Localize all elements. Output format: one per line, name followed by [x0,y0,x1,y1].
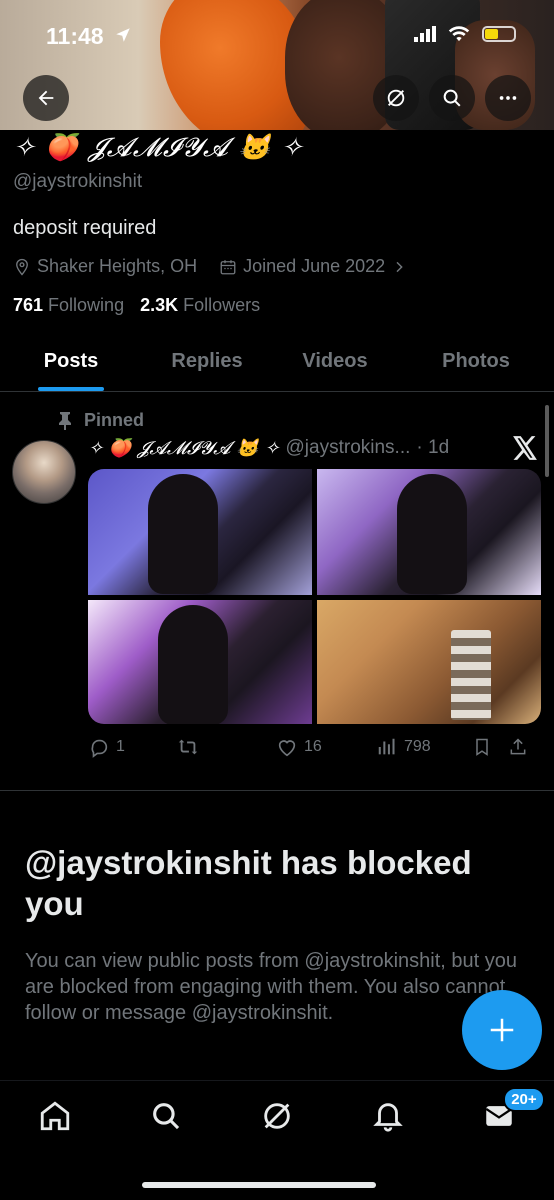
grok-icon [387,89,405,107]
blocked-title: @jaystrokinshit has blocked you [25,844,472,923]
grok-icon [264,1103,290,1129]
view-count: 798 [404,738,431,755]
profile-location: Shaker Heights, OH [37,256,198,276]
reply-count: 1 [116,738,125,755]
tab-posts[interactable]: Posts [0,340,142,391]
blocked-description: You can view public posts from @jaystrok… [25,950,518,1024]
plus-icon [490,1018,514,1042]
active-tab-indicator [38,387,104,391]
post-image-2[interactable] [317,469,541,595]
post-author-name[interactable]: ✧ 🍑 𝓙𝓐𝓜𝓘𝓨𝓐 🐱 ✧ [88,438,280,459]
search-icon [443,89,461,107]
views-icon [378,738,395,755]
repost-button[interactable] [176,736,276,758]
search-button[interactable] [429,75,475,121]
post-image-1[interactable] [88,469,312,595]
more-icon [499,96,517,100]
home-indicator[interactable] [142,1182,376,1188]
photo-shoe-rack [451,630,491,720]
following-link[interactable]: 761 Following [13,295,124,316]
tab-label: Videos [302,350,368,372]
location-pin-icon [16,258,28,276]
like-count: 16 [304,738,322,755]
nav-explore[interactable] [111,1099,222,1133]
calendar-icon [220,259,236,274]
followers-label: Followers [183,295,261,315]
profile-handle: @jaystrokinshit [13,171,143,192]
section-divider [0,790,554,791]
cellular-signal-icon [414,26,436,42]
location-arrow-icon [114,26,132,49]
pinned-indicator: Pinned [58,410,144,431]
reply-button[interactable]: 1 [88,736,176,758]
messages-badge: 20+ [503,1087,545,1112]
reply-icon [91,739,108,758]
avatar[interactable] [12,440,76,504]
compose-button[interactable] [462,990,542,1070]
more-options-button[interactable] [485,75,531,121]
share-icon [510,738,526,755]
arrow-left-icon [38,90,54,106]
post-time[interactable]: · 1d [416,437,449,459]
status-time: 11:48 [46,23,104,49]
battery-icon [482,26,516,42]
photo-subject [158,605,228,724]
profile-joined: Joined June 2022 [243,256,386,276]
following-count: 761 [13,295,44,315]
bell-icon [373,1103,403,1132]
wifi-icon [448,26,470,42]
nav-messages[interactable]: 20+ [443,1087,554,1133]
post-media-grid [88,469,541,724]
tab-videos[interactable]: Videos [272,340,398,391]
status-indicators [414,26,516,42]
tab-replies[interactable]: Replies [142,340,272,391]
pinned-label: Pinned [84,410,145,430]
display-name: ✧ 🍑 𝓙𝓐𝓜𝓘𝓨𝓐 🐱 ✧ [13,133,304,163]
share-button[interactable] [508,736,538,758]
chevron-right-icon[interactable] [391,259,407,275]
bookmark-button[interactable] [472,736,508,758]
following-label: Following [48,295,125,315]
post-image-4[interactable] [317,600,541,724]
post-image-3[interactable] [88,600,312,724]
status-bar: 11:48 [0,0,554,60]
profile-meta: Shaker Heights, OH Joined June 2022 [13,256,543,277]
post-header: ✧ 🍑 𝓙𝓐𝓜𝓘𝓨𝓐 🐱 ✧ @jaystrokins... · 1d [88,437,543,459]
profile-info: ✧ 🍑 𝓙𝓐𝓜𝓘𝓨𝓐 🐱 ✧ @jaystrokinshit deposit r… [13,133,543,316]
grok-button[interactable] [373,75,419,121]
follow-counts: 761 Following 2.3K Followers [13,295,543,316]
heart-icon [278,740,296,757]
followers-count: 2.3K [140,295,179,315]
nav-home[interactable] [0,1099,111,1133]
repost-icon [178,739,198,755]
photo-subject [148,474,218,594]
nav-grok[interactable] [222,1099,333,1133]
profile-tabs: Posts Replies Videos Photos [0,340,554,392]
search-icon [153,1103,180,1130]
nav-notifications[interactable] [332,1099,443,1133]
views-button[interactable]: 798 [376,736,472,758]
scrollbar[interactable] [545,405,549,477]
post-author-handle[interactable]: @jaystrokins... [286,437,411,459]
pin-icon [59,411,71,430]
tab-label: Photos [442,350,510,372]
post-actions: 1 16 798 [88,736,543,758]
photo-subject [397,474,467,594]
x-logo-icon [512,436,538,465]
tab-label: Replies [171,350,243,372]
tab-photos[interactable]: Photos [398,340,554,391]
tab-label: Posts [43,350,99,372]
like-button[interactable]: 16 [276,736,376,758]
profile-bio: deposit required [13,217,157,239]
followers-link[interactable]: 2.3K Followers [140,295,260,316]
bookmark-icon [476,738,488,756]
back-button[interactable] [23,75,69,121]
home-icon [41,1101,70,1131]
